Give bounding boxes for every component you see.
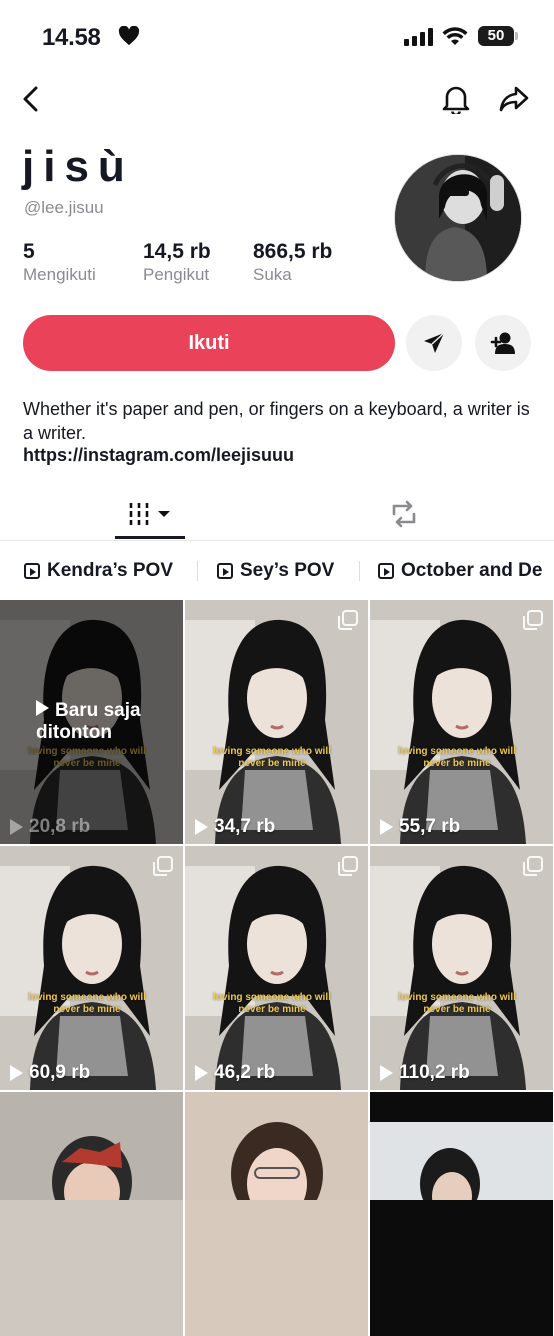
repost-icon <box>392 500 416 528</box>
followers-label: Pengikut <box>143 265 210 284</box>
active-tab-indicator <box>115 536 185 539</box>
following-label: Mengikuti <box>23 265 96 284</box>
tab-reposts[interactable] <box>369 490 439 538</box>
tab-divider <box>0 540 554 541</box>
video-caption: loving someone who will never be mine <box>398 992 516 1015</box>
playlist-item[interactable]: October and De <box>378 558 542 584</box>
video-thumbnail[interactable] <box>370 1092 553 1336</box>
recently-watched-label: Baru saja ditonton <box>36 700 141 743</box>
notification-button[interactable] <box>439 82 473 116</box>
view-count: 46,2 rb <box>195 1062 275 1084</box>
view-count-label: 20,8 rb <box>29 816 91 837</box>
view-count-label: 34,7 rb <box>214 816 276 837</box>
view-count: 60,9 rb <box>10 1062 90 1084</box>
playlist-icon <box>378 563 394 579</box>
tab-videos[interactable] <box>115 490 185 538</box>
chevron-left-icon <box>23 86 38 112</box>
play-icon <box>10 819 23 835</box>
play-icon <box>380 1065 393 1081</box>
thumbnail-image <box>185 846 368 1090</box>
follow-button[interactable]: Ikuti <box>23 315 395 371</box>
playlist-label: October and De <box>401 560 543 581</box>
status-time: 14.58 <box>42 24 101 51</box>
video-thumbnail[interactable] <box>0 1092 183 1336</box>
multi-video-icon <box>153 856 173 876</box>
share-icon <box>499 86 529 112</box>
playlist-icon <box>217 563 233 579</box>
play-icon <box>195 1065 208 1081</box>
signal-icon <box>404 28 433 46</box>
multi-video-icon <box>338 610 358 630</box>
video-caption: loving someone who will never be mine <box>213 992 331 1015</box>
video-thumbnail[interactable]: loving someone who will never be mine 34,… <box>185 600 368 844</box>
video-thumbnail[interactable]: loving someone who will never be mine 55,… <box>370 600 553 844</box>
bell-icon <box>442 86 470 114</box>
view-count: 110,2 rb <box>380 1062 470 1084</box>
multi-video-icon <box>523 856 543 876</box>
thumbnail-image <box>0 846 183 1090</box>
playlist-divider <box>197 561 198 581</box>
video-thumbnail[interactable]: loving someone who will never be mineBar… <box>0 600 183 844</box>
view-count: 55,7 rb <box>380 816 460 838</box>
followers-count[interactable]: 14,5 rb <box>143 240 211 264</box>
bio-link[interactable]: https://instagram.com/leejisuuu <box>23 445 294 466</box>
send-icon <box>424 332 445 353</box>
add-user-icon <box>490 332 515 354</box>
playlist-item[interactable]: Sey’s POV <box>217 558 334 584</box>
heart-icon <box>118 26 140 46</box>
view-count-label: 46,2 rb <box>214 1062 276 1083</box>
playlist-item[interactable]: Kendra’s POV <box>24 558 173 584</box>
wifi-icon <box>442 27 468 45</box>
playlist-divider <box>359 561 360 581</box>
back-button[interactable] <box>14 82 48 116</box>
thumbnail-image <box>370 600 553 844</box>
view-count-label: 60,9 rb <box>29 1062 91 1083</box>
avatar[interactable] <box>394 154 522 282</box>
video-caption: loving someone who will never be mine <box>28 992 146 1015</box>
likes-count[interactable]: 866,5 rb <box>253 240 332 264</box>
video-thumbnail[interactable]: loving someone who will never be mine 60,… <box>0 846 183 1090</box>
play-icon <box>10 1065 23 1081</box>
battery-indicator: 50 <box>478 26 518 46</box>
play-icon <box>36 700 49 716</box>
message-button[interactable] <box>406 315 462 371</box>
video-thumbnail[interactable]: loving someone who will never be mine 46,… <box>185 846 368 1090</box>
thumbnail-image <box>185 600 368 844</box>
multi-video-icon <box>338 856 358 876</box>
view-count: 34,7 rb <box>195 816 275 838</box>
display-name: jisù <box>22 142 134 191</box>
view-count-label: 110,2 rb <box>399 1062 470 1083</box>
video-thumbnail[interactable]: loving someone who will never be mine 110… <box>370 846 553 1090</box>
video-caption: loving someone who will never be mine <box>213 746 331 769</box>
suggest-accounts-button[interactable] <box>475 315 531 371</box>
play-icon <box>195 819 208 835</box>
thumbnail-image <box>370 846 553 1090</box>
video-thumbnail[interactable] <box>185 1092 368 1336</box>
grid-icon <box>129 503 170 525</box>
multi-video-icon <box>523 610 543 630</box>
bio-text: Whether it's paper and pen, or fingers o… <box>23 399 530 443</box>
view-count: 20,8 rb <box>10 816 90 838</box>
share-button[interactable] <box>497 82 531 116</box>
playlist-label: Sey’s POV <box>240 560 335 581</box>
playlist-icon <box>24 563 40 579</box>
following-count[interactable]: 5 <box>23 240 35 264</box>
username: @lee.jisuu <box>24 198 104 217</box>
play-icon <box>380 819 393 835</box>
playlist-label: Kendra’s POV <box>47 560 174 581</box>
likes-label: Suka <box>253 265 292 284</box>
view-count-label: 55,7 rb <box>399 816 461 837</box>
video-caption: loving someone who will never be mine <box>398 746 516 769</box>
